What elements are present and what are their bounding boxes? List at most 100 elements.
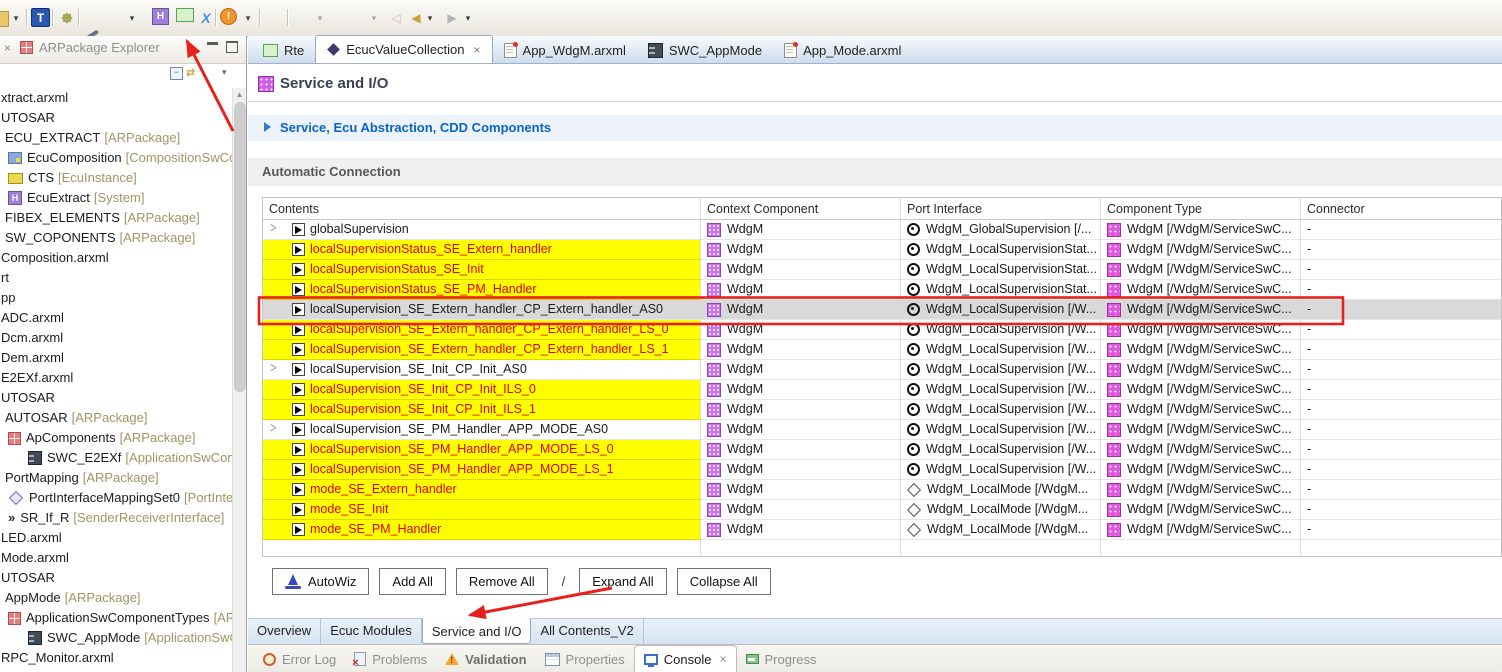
table-row[interactable]: localSupervision_SE_PM_Handler_APP_MODE_… <box>263 440 1501 460</box>
contents-cell[interactable]: mode_SE_PM_Handler <box>263 520 701 540</box>
port-interface-cell[interactable]: WdgM_LocalSupervisionStat... <box>901 240 1101 260</box>
component-type-cell[interactable]: WdgM [/WdgM/ServiceSwC... <box>1101 320 1301 340</box>
goto-star-button[interactable] <box>57 8 77 28</box>
alert-button[interactable]: ! <box>220 8 237 25</box>
save-page-dropdown[interactable]: ▾ <box>314 8 326 28</box>
connector-cell[interactable]: - <box>1301 520 1501 540</box>
table-row[interactable]: > localSupervision_SE_PM_Handler_APP_MODE… <box>263 420 1501 440</box>
component-type-cell[interactable]: WdgM [/WdgM/ServiceSwC... <box>1101 220 1301 240</box>
editor-tab-swc-appmode[interactable]: SWC_AppMode <box>637 37 773 63</box>
port-interface-cell[interactable]: WdgM_LocalMode [/WdgM... <box>901 500 1101 520</box>
port-interface-cell[interactable]: WdgM_LocalSupervision [/W... <box>901 400 1101 420</box>
contents-cell[interactable]: localSupervision_SE_Init_CP_Init_ILS_1 <box>263 400 701 420</box>
nav-back-faded-button[interactable]: ◁ <box>386 8 406 28</box>
connector-cell[interactable]: - <box>1301 320 1501 340</box>
table-row[interactable]: localSupervision_SE_Init_CP_Init_ILS_1 Wd… <box>263 400 1501 420</box>
autowiz-button[interactable]: AutoWiz <box>272 568 370 595</box>
connector-cell[interactable]: - <box>1301 240 1501 260</box>
table-row[interactable]: localSupervision_SE_Extern_handler_CP_Ex… <box>263 300 1501 320</box>
connector-cell[interactable]: - <box>1301 340 1501 360</box>
import-tray-dropdown[interactable]: ▾ <box>126 8 138 28</box>
tree-item[interactable]: ADC.arxml <box>0 308 232 328</box>
context-component-cell[interactable]: WdgM <box>701 440 901 460</box>
connector-cell[interactable]: - <box>1301 420 1501 440</box>
contents-cell[interactable]: localSupervisionStatus_SE_Extern_handler <box>263 240 701 260</box>
context-component-cell[interactable]: WdgM <box>701 500 901 520</box>
component-type-cell[interactable]: WdgM [/WdgM/ServiceSwC... <box>1101 300 1301 320</box>
table-row[interactable]: localSupervision_SE_Extern_handler_CP_Ex… <box>263 340 1501 360</box>
view-tab-error-log[interactable]: Error Log <box>254 646 345 672</box>
new-type-button[interactable]: T <box>31 8 50 27</box>
table-row[interactable]: localSupervisionStatus_SE_Init WdgM WdgM_L… <box>263 260 1501 280</box>
view-menu-icon[interactable]: ▾ <box>222 67 227 78</box>
port-interface-cell[interactable]: WdgM_LocalSupervision [/W... <box>901 380 1101 400</box>
contents-cell[interactable]: localSupervision_SE_Extern_handler_CP_Ex… <box>263 300 701 320</box>
tree-item[interactable]: PortMapping [ARPackage] <box>0 468 232 488</box>
expand-chevron-icon[interactable]: > <box>270 420 276 439</box>
table-row[interactable]: localSupervisionStatus_SE_Extern_handler… <box>263 240 1501 260</box>
column-header-context-component[interactable]: Context Component <box>701 198 901 220</box>
context-component-cell[interactable]: WdgM <box>701 280 901 300</box>
tree-item[interactable]: Mode.arxml <box>0 548 232 568</box>
table-row[interactable]: > globalSupervision WdgM WdgM_GlobalSupervi… <box>263 220 1501 240</box>
tree-item[interactable]: Composition.arxml <box>0 248 232 268</box>
port-interface-cell[interactable]: WdgM_LocalSupervision [/W... <box>901 320 1101 340</box>
connector-cell[interactable]: - <box>1301 220 1501 240</box>
editor-tab-app-wdgm-arxml[interactable]: App_WdgM.arxml <box>493 37 637 63</box>
expand-all-button[interactable]: Expand All <box>579 568 667 595</box>
view-close-icon[interactable]: × <box>4 41 11 55</box>
table-row[interactable]: > localSupervision_SE_Init_CP_Init_AS0 Wdg… <box>263 360 1501 380</box>
minimize-icon[interactable] <box>207 42 218 54</box>
component-type-cell[interactable]: WdgM [/WdgM/ServiceSwC... <box>1101 400 1301 420</box>
view-tab-console[interactable]: Console × <box>633 645 737 672</box>
contents-cell[interactable]: localSupervision_SE_PM_Handler_APP_MODE_… <box>263 440 701 460</box>
tree-item[interactable]: UTOSAR <box>0 108 232 128</box>
tree-item[interactable]: SWC_AppMode [ApplicationSwCo <box>0 628 232 648</box>
tree-item[interactable]: pp <box>0 288 232 308</box>
ecu-extract-button[interactable]: H <box>152 8 169 25</box>
collapse-all-icon[interactable]: − <box>170 67 183 80</box>
view-tab-properties[interactable]: Properties <box>536 646 634 672</box>
table-row[interactable]: localSupervision_SE_Init_CP_Init_ILS_0 Wd… <box>263 380 1501 400</box>
expand-chevron-icon[interactable]: > <box>270 220 276 239</box>
component-type-cell[interactable]: WdgM [/WdgM/ServiceSwC... <box>1101 440 1301 460</box>
nav-forward-button[interactable]: ▶ <box>442 8 462 28</box>
component-type-cell[interactable]: WdgM [/WdgM/ServiceSwC... <box>1101 240 1301 260</box>
tree-item[interactable]: UTOSAR <box>0 388 232 408</box>
component-type-cell[interactable]: WdgM [/WdgM/ServiceSwC... <box>1101 260 1301 280</box>
component-type-cell[interactable]: WdgM [/WdgM/ServiceSwC... <box>1101 420 1301 440</box>
section-service-ecu-cdd[interactable]: Service, Ecu Abstraction, CDD Components <box>248 115 1502 141</box>
context-component-cell[interactable]: WdgM <box>701 520 901 540</box>
context-component-cell[interactable]: WdgM <box>701 360 901 380</box>
context-component-cell[interactable]: WdgM <box>701 340 901 360</box>
tree-item[interactable]: ApComponents [ARPackage] <box>0 428 232 448</box>
port-interface-cell[interactable]: WdgM_LocalSupervision [/W... <box>901 360 1101 380</box>
contents-cell[interactable]: localSupervisionStatus_SE_Init <box>263 260 701 280</box>
port-interface-cell[interactable]: WdgM_LocalSupervision [/W... <box>901 300 1101 320</box>
expand-chevron-icon[interactable]: > <box>270 360 276 379</box>
editor-tab-rte[interactable]: Rte <box>252 37 315 63</box>
component-type-cell[interactable]: WdgM [/WdgM/ServiceSwC... <box>1101 340 1301 360</box>
table-row[interactable]: localSupervision_SE_Extern_handler_CP_Ex… <box>263 320 1501 340</box>
table-row[interactable]: localSupervisionStatus_SE_PM_Handler WdgM… <box>263 280 1501 300</box>
tree-item[interactable]: RPC_Monitor.arxml <box>0 648 232 668</box>
column-header-contents[interactable]: Contents <box>263 198 701 220</box>
tab-arpackage-explorer[interactable]: ARPackage Explorer <box>20 40 160 55</box>
context-component-cell[interactable]: WdgM <box>701 240 901 260</box>
contents-cell[interactable]: > localSupervision_SE_Init_CP_Init_AS0 <box>263 360 701 380</box>
xsd-button[interactable]: X <box>196 8 216 28</box>
port-interface-cell[interactable]: WdgM_LocalSupervision [/W... <box>901 340 1101 360</box>
contents-cell[interactable]: localSupervision_SE_Extern_handler_CP_Ex… <box>263 320 701 340</box>
green-block-button[interactable] <box>176 8 194 22</box>
collapsed-arrow-icon[interactable] <box>264 122 271 132</box>
connector-cell[interactable]: - <box>1301 400 1501 420</box>
port-interface-cell[interactable]: WdgM_GlobalSupervision [/... <box>901 220 1101 240</box>
component-type-cell[interactable]: WdgM [/WdgM/ServiceSwC... <box>1101 520 1301 540</box>
close-icon[interactable]: × <box>474 43 481 57</box>
port-interface-cell[interactable]: WdgM_LocalSupervision [/W... <box>901 460 1101 480</box>
close-icon[interactable]: × <box>719 652 726 666</box>
table-row[interactable]: mode_SE_PM_Handler WdgM WdgM_LocalMode [/W… <box>263 520 1501 540</box>
component-type-cell[interactable]: WdgM [/WdgM/ServiceSwC... <box>1101 500 1301 520</box>
table-row[interactable]: mode_SE_Init WdgM WdgM_LocalMode [/WdgM...… <box>263 500 1501 520</box>
nav-forward-dropdown[interactable]: ▾ <box>462 8 474 28</box>
